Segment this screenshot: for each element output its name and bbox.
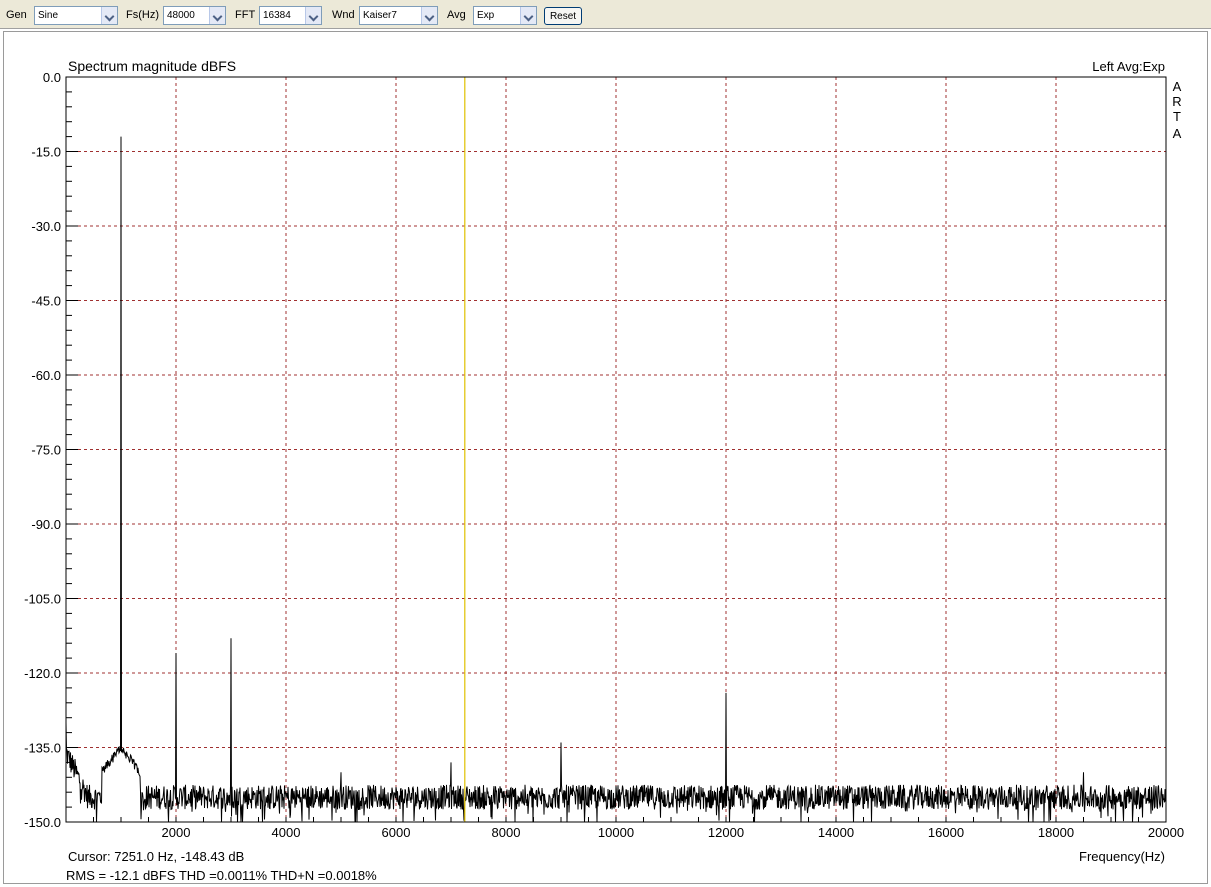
x-tick-label: 18000 <box>1038 825 1074 840</box>
x-tick-label: 10000 <box>598 825 634 840</box>
tick-labels: 2000 4000 6000 8000 10000 12000 14000 16000 1800… <box>24 70 1184 840</box>
x-tick-label: 4000 <box>272 825 301 840</box>
y-tick-label: -45.0 <box>31 294 61 309</box>
side-letter: A <box>1173 126 1182 141</box>
cursor-readout: Cursor: 7251.0 Hz, -148.43 dB <box>68 849 244 864</box>
y-tick-label: -15.0 <box>31 145 61 160</box>
x-tick-label: 20000 <box>1148 825 1184 840</box>
x-tick-label: 14000 <box>818 825 854 840</box>
x-tick-label: 6000 <box>382 825 411 840</box>
y-tick-label: -30.0 <box>31 219 61 234</box>
y-tick-label: -105.0 <box>24 592 61 607</box>
y-tick-label: -135.0 <box>24 741 61 756</box>
side-letter: A <box>1173 79 1182 94</box>
x-axis-label: Frequency(Hz) <box>1079 849 1165 864</box>
rms-thd-readout: RMS = -12.1 dBFS THD =0.0011% THD+N =0.0… <box>66 868 377 883</box>
chart-legend: Left Avg:Exp <box>1092 59 1165 74</box>
spectrum-chart[interactable]: Spectrum magnitude dBFS Left Avg:Exp Fre… <box>0 0 1211 887</box>
y-tick-label: -60.0 <box>31 368 61 383</box>
y-tick-label: -120.0 <box>24 666 61 681</box>
x-tick-label: 16000 <box>928 825 964 840</box>
y-tick-label: -150.0 <box>24 815 61 830</box>
y-tick-label: -75.0 <box>31 443 61 458</box>
x-tick-label: 8000 <box>492 825 521 840</box>
chart-title: Spectrum magnitude dBFS <box>68 58 236 74</box>
side-letter: T <box>1173 109 1181 124</box>
x-tick-label: 2000 <box>162 825 191 840</box>
x-tick-label: 12000 <box>708 825 744 840</box>
side-letter: R <box>1172 94 1181 109</box>
y-tick-label: -90.0 <box>31 517 61 532</box>
y-tick-label: 0.0 <box>43 70 61 85</box>
